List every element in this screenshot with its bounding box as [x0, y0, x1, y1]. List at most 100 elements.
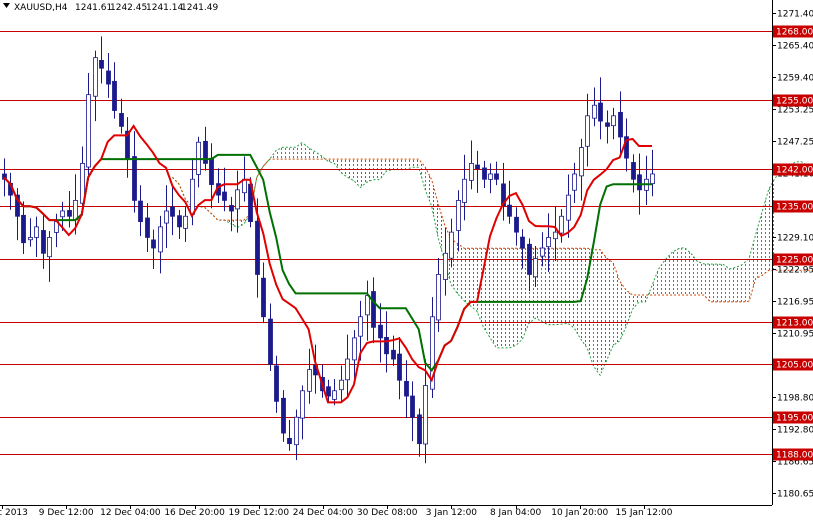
candle-body — [495, 174, 499, 179]
candle-body — [418, 415, 422, 444]
candle-body — [385, 337, 389, 353]
candle-body — [612, 116, 616, 126]
candle-body — [269, 319, 273, 364]
candle-body — [346, 359, 350, 380]
candle-body — [398, 354, 402, 380]
candle-body — [372, 292, 376, 328]
cloud-segment — [393, 159, 399, 169]
candle-body — [599, 103, 603, 121]
cloud-segment — [574, 248, 580, 339]
level-label: 1188.00 — [776, 451, 813, 461]
candle-body — [42, 230, 46, 253]
candle-body — [87, 95, 91, 167]
candle-body — [74, 200, 78, 219]
candle-body — [534, 259, 538, 277]
candle-body — [223, 192, 227, 200]
candle-body — [236, 190, 240, 209]
chart: 1271.401265.401259.401253.251247.251241.… — [0, 0, 813, 517]
candle-body — [210, 158, 214, 184]
candle-body — [184, 216, 188, 228]
candle-body — [632, 162, 636, 179]
candle-body — [295, 417, 299, 444]
candle-body — [333, 391, 337, 400]
level-label: 1242.00 — [776, 166, 813, 176]
cloud-segment — [600, 250, 606, 375]
time-axis: 4 Dec 2013 9 Dec 12:00 12 Dec 04:0016 Dec … — [0, 505, 673, 517]
level-label: 1255.00 — [776, 97, 813, 107]
cloud-segment — [723, 264, 729, 301]
candle-body — [638, 175, 642, 190]
cloud-segment — [367, 159, 373, 182]
candle-body — [61, 211, 65, 217]
candle-body — [580, 148, 584, 176]
plot-background — [0, 0, 772, 505]
candle-body — [68, 210, 72, 216]
candle-body — [48, 237, 52, 256]
level-label: 1195.00 — [776, 414, 813, 424]
candle-body — [547, 237, 551, 246]
candle-body — [146, 218, 150, 237]
y-tick-label: 1247.25 — [777, 138, 813, 148]
candle-body — [171, 207, 175, 216]
candle-body — [508, 205, 512, 216]
ohlc-close: 1241.49 — [181, 3, 218, 13]
candle-body — [120, 113, 124, 126]
candle-body — [301, 391, 305, 418]
level-label: 1268.00 — [776, 28, 813, 38]
candle-body — [515, 217, 519, 232]
cloud-segment — [568, 248, 574, 328]
candle-body — [262, 278, 266, 317]
candle-body — [359, 317, 363, 336]
candle-body — [411, 396, 415, 417]
level-label: 1225.00 — [776, 256, 813, 266]
chart-svg: 1271.401265.401259.401253.251247.251241.… — [0, 0, 813, 517]
candle-body — [100, 60, 104, 68]
candle-body — [554, 232, 558, 239]
candle-body — [521, 237, 525, 248]
x-tick-label: 30 Dec 08:00 — [357, 508, 418, 517]
candle-body — [379, 325, 383, 338]
cloud-segment — [289, 147, 295, 159]
cloud-segment — [730, 267, 736, 302]
y-tick-label: 1271.40 — [777, 10, 813, 20]
candle-body — [288, 438, 292, 443]
y-tick-label: 1229.10 — [777, 234, 813, 244]
candle-body — [353, 338, 357, 360]
y-tick-label: 1265.40 — [777, 42, 813, 52]
candle-body — [651, 174, 655, 184]
candle-body — [593, 105, 597, 118]
cloud-segment — [736, 264, 742, 301]
candle-body — [457, 200, 461, 230]
x-tick-label: 19 Dec 12:00 — [229, 508, 290, 517]
cloud-segment — [509, 248, 515, 348]
x-tick-label: 16 Dec 20:00 — [164, 508, 225, 517]
x-tick-label: 8 Jan 04:00 — [490, 508, 542, 517]
candle-body — [191, 179, 195, 214]
cloud-segment — [458, 244, 464, 301]
candle-body — [470, 163, 474, 180]
cloud-segment — [283, 147, 289, 159]
cloud-segment — [496, 248, 502, 348]
candle-body — [165, 211, 169, 223]
level-label: 1235.00 — [776, 203, 813, 213]
cloud-segment — [678, 248, 684, 295]
cloud-segment — [607, 258, 613, 361]
x-tick-label: 12 Dec 04:00 — [100, 508, 161, 517]
candle-body — [256, 221, 260, 274]
candle-body — [619, 112, 623, 137]
x-tick-label: 4 Dec 2013 — [0, 508, 28, 517]
candle-body — [113, 81, 117, 110]
ohlc-open: 1241.61 — [75, 3, 112, 13]
level-label: 1213.00 — [776, 319, 813, 329]
candle-body — [35, 227, 39, 238]
cloud-segment — [639, 295, 645, 302]
candle-body — [567, 195, 571, 220]
y-tick-label: 1198.80 — [777, 394, 813, 404]
candle-body — [139, 201, 143, 221]
x-tick-label: 9 Dec 12:00 — [39, 508, 94, 517]
candle-body — [152, 240, 156, 248]
candle-body — [424, 385, 428, 444]
symbol-timeframe: XAUUSD,H4 — [14, 3, 68, 13]
y-tick-label: 1180.65 — [777, 490, 813, 500]
x-tick-label: 15 Jan 12:00 — [616, 508, 673, 517]
